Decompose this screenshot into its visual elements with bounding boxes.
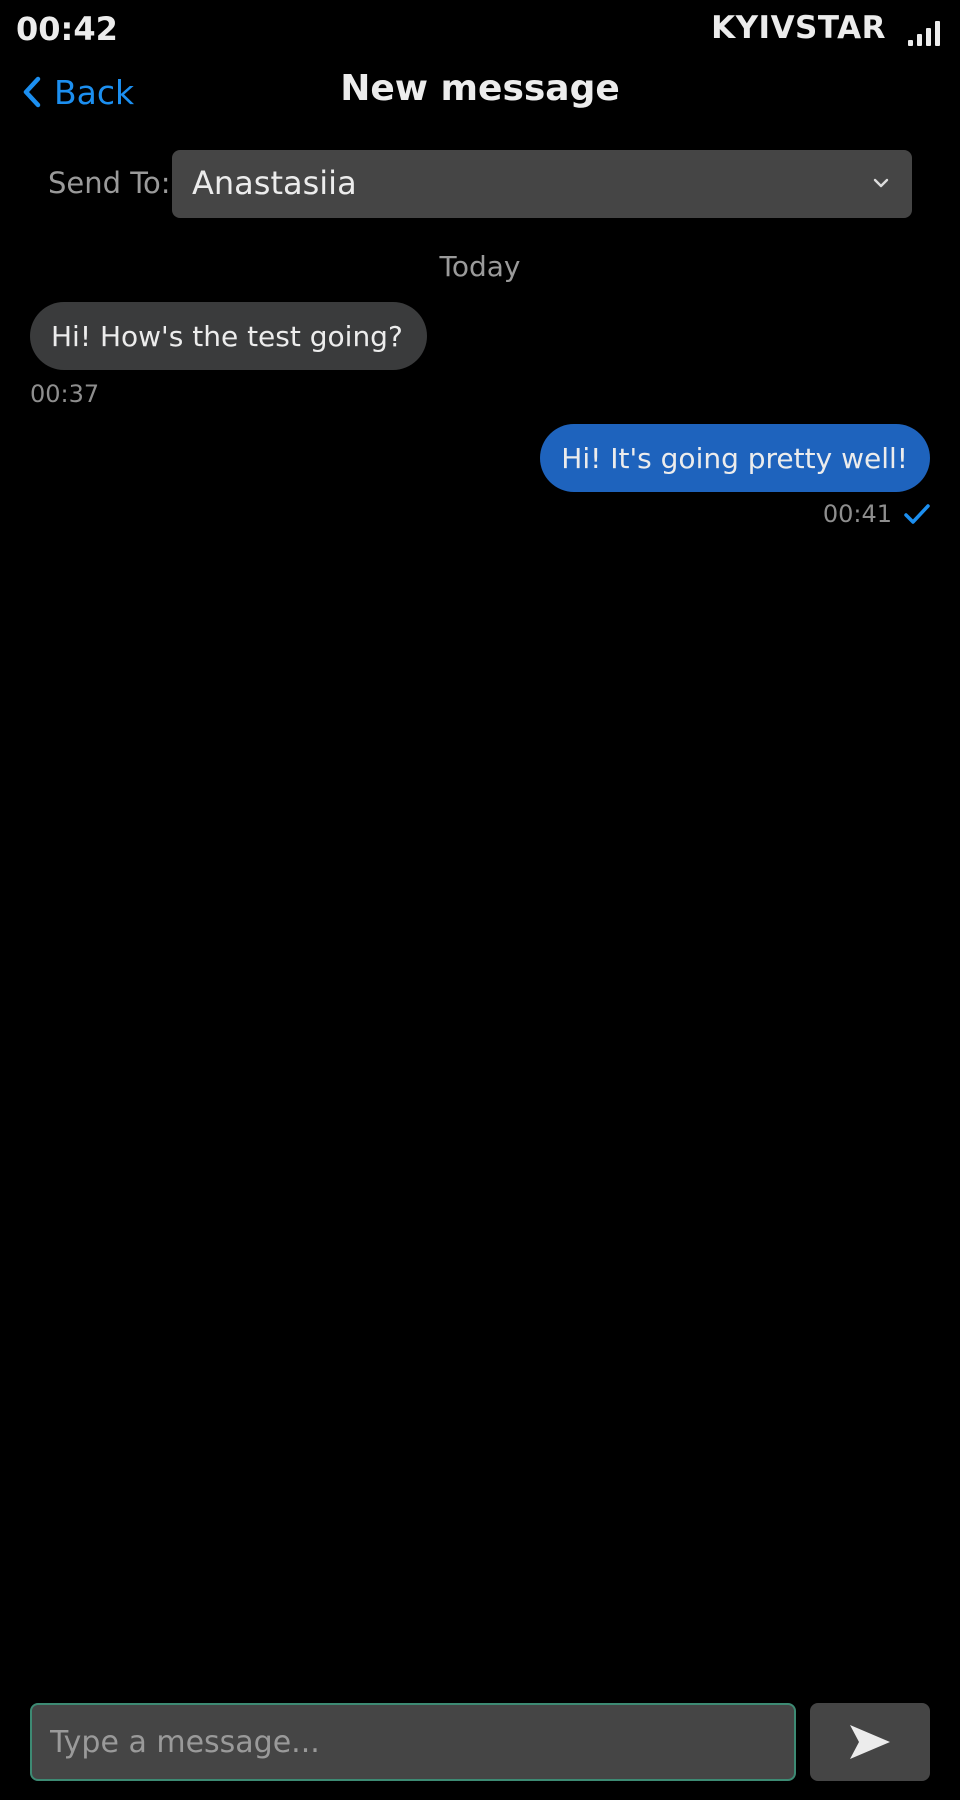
message-input[interactable] xyxy=(30,1703,796,1781)
recipient-selected-value: Anastasiia xyxy=(192,164,357,202)
navigation-bar: Back New message xyxy=(0,60,960,120)
send-to-label: Send To: xyxy=(48,166,171,200)
recipient-dropdown[interactable]: Anastasiia xyxy=(172,150,912,218)
status-bar: 00:42 KYIVSTAR xyxy=(0,0,960,60)
check-icon xyxy=(904,504,930,524)
status-time: 00:42 xyxy=(16,10,118,48)
incoming-message-bubble: Hi! How's the test going? xyxy=(30,302,427,370)
outgoing-message-bubble: Hi! It's going pretty well! xyxy=(540,424,930,492)
send-icon xyxy=(850,1725,890,1759)
send-button[interactable] xyxy=(810,1703,930,1781)
outgoing-message-meta: 00:41 xyxy=(823,500,930,528)
outgoing-message-time: 00:41 xyxy=(822,500,892,528)
chevron-down-icon xyxy=(873,178,889,188)
message-composer xyxy=(0,1700,960,1784)
carrier-name: KYIVSTAR xyxy=(711,10,886,46)
incoming-message-time: 00:37 xyxy=(30,380,100,408)
date-separator: Today xyxy=(439,250,521,283)
recipient-row: Send To: Anastasiia xyxy=(0,150,960,218)
page-title: New message xyxy=(340,68,620,109)
signal-bars-icon xyxy=(908,21,940,46)
